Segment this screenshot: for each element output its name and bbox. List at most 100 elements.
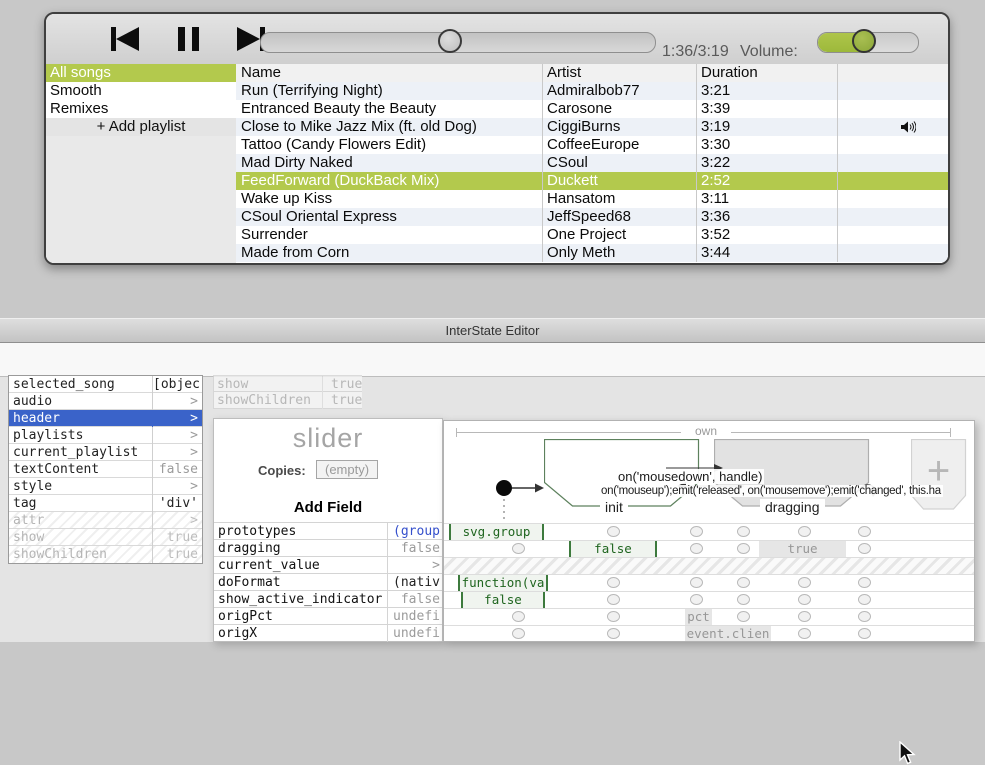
ghost-item-showChildren: showChildrentrue (213, 392, 362, 409)
grid-slot[interactable] (512, 611, 525, 622)
grid-slot[interactable] (690, 594, 703, 605)
desktop: { "player": { "controls": { "prev_icon":… (0, 0, 985, 642)
ghost-item-name: show (217, 376, 248, 393)
grid-slot[interactable] (737, 543, 750, 554)
pause-icon[interactable] (172, 26, 206, 52)
add-field-button[interactable]: Add Field (214, 499, 442, 516)
table-row[interactable]: FeedForward (DuckBack Mix)Duckett2:52 (236, 172, 948, 190)
grid-value-show_active_indicator[interactable]: false (461, 592, 545, 608)
grid-slot[interactable] (798, 577, 811, 588)
table-row[interactable]: Mad Dirty NakedCSoul3:22 (236, 154, 948, 172)
column-header-duration[interactable]: Duration (697, 64, 838, 82)
skip-previous-icon[interactable] (108, 26, 142, 52)
table-row[interactable]: Run (Terrifying Night)Admiralbob773:21 (236, 82, 948, 100)
field-current_value[interactable]: current_value> (214, 556, 442, 573)
grid-row-divider (444, 540, 974, 541)
tree-item-textContent[interactable]: textContentfalse (9, 461, 202, 478)
add-playlist-button[interactable]: + Add playlist (46, 118, 236, 136)
grid-slot[interactable] (737, 577, 750, 588)
field-origPct[interactable]: origPctundefi (214, 607, 442, 624)
grid-slot[interactable] (690, 543, 703, 554)
grid-slot[interactable] (858, 628, 871, 639)
grid-slot[interactable] (512, 628, 525, 639)
tree-item-name: selected_song (9, 376, 152, 393)
grid-slot[interactable] (798, 526, 811, 537)
grid-slot[interactable] (798, 594, 811, 605)
grid-slot[interactable] (858, 543, 871, 554)
field-doFormat[interactable]: doFormat(nativ (214, 573, 442, 590)
song-duration-cell: 3:39 (697, 100, 838, 118)
table-row[interactable]: Close to Mike Jazz Mix (ft. old Dog)Cigg… (236, 118, 948, 136)
grid-value-doFormat[interactable]: function(va (458, 575, 548, 591)
grid-slot[interactable] (607, 628, 620, 639)
song-name-cell: Tattoo (Candy Flowers Edit) (236, 136, 543, 154)
table-row[interactable]: Tattoo (Candy Flowers Edit)CoffeeEurope3… (236, 136, 948, 154)
table-row[interactable]: Entranced Beauty the BeautyCarosone3:39 (236, 100, 948, 118)
transition-mousedown[interactable]: on('mousedown', handle) (616, 469, 764, 484)
tree-item-selected_song[interactable]: selected_song[objec (9, 376, 202, 393)
tree-item-tag[interactable]: tag'div' (9, 495, 202, 512)
sidebar-item-remixes[interactable]: Remixes (46, 100, 236, 118)
song-duration-cell: 3:22 (697, 154, 838, 172)
table-row[interactable]: SurrenderOne Project3:52 (236, 226, 948, 244)
grid-slot[interactable] (690, 577, 703, 588)
column-header-name[interactable]: Name (236, 64, 543, 82)
grid-slot[interactable] (607, 594, 620, 605)
tree-item-show[interactable]: showtrue (9, 529, 202, 546)
tree-item-attr[interactable]: attr> (9, 512, 202, 529)
grid-slot[interactable] (737, 526, 750, 537)
sidebar-item-all-songs[interactable]: All songs (46, 64, 236, 82)
grid-value-prototypes[interactable]: svg.group (449, 524, 544, 540)
tree-item-showChildren[interactable]: showChildrentrue (9, 546, 202, 563)
song-extra-cell (838, 226, 948, 244)
field-origX[interactable]: origXundefi (214, 624, 442, 641)
grid-slot[interactable] (737, 594, 750, 605)
field-dragging[interactable]: draggingfalse (214, 539, 442, 556)
song-extra-cell (838, 190, 948, 208)
grid-slot[interactable] (690, 526, 703, 537)
grid-slot[interactable] (512, 543, 525, 554)
grid-slot[interactable] (858, 577, 871, 588)
grid-slot[interactable] (798, 611, 811, 622)
song-artist-cell: Only Meth (543, 244, 697, 262)
copies-value[interactable]: (empty) (316, 460, 378, 479)
transition-mouseup-mousemove[interactable]: on('mouseup');emit('released', on('mouse… (599, 485, 943, 497)
field-prototypes[interactable]: prototypes(group (214, 522, 442, 539)
grid-value-origPct[interactable]: pct (685, 609, 712, 625)
seek-slider-thumb[interactable] (438, 29, 462, 53)
grid-slot[interactable] (607, 611, 620, 622)
grid-slot[interactable] (737, 611, 750, 622)
table-row[interactable]: Made from CornOnly Meth3:44 (236, 244, 948, 262)
tree-item-current_playlist[interactable]: current_playlist> (9, 444, 202, 461)
tree-item-name: attr (9, 512, 152, 529)
column-header-artist[interactable]: Artist (543, 64, 697, 82)
transition-mouseup[interactable]: on('mouseup');emit('released', (601, 485, 748, 497)
sidebar-item-smooth[interactable]: Smooth (46, 82, 236, 100)
field-value: (nativ (387, 574, 442, 591)
song-duration-cell: 3:44 (697, 244, 838, 262)
grid-value-dragging[interactable]: false (569, 541, 657, 557)
tree-item-name: showChildren (9, 546, 152, 563)
grid-slot[interactable] (858, 611, 871, 622)
table-row[interactable]: Wake up KissHansatom3:11 (236, 190, 948, 208)
grid-slot[interactable] (798, 628, 811, 639)
editor-title-bar[interactable]: InterState Editor (0, 318, 985, 343)
grid-value-dragging[interactable]: true (759, 541, 846, 557)
field-name: origPct (214, 608, 387, 625)
grid-slot[interactable] (858, 526, 871, 537)
transition-mousemove[interactable]: on('mousemove');emit('changed', this.ha (748, 485, 941, 497)
grid-slot[interactable] (607, 526, 620, 537)
grid-slot[interactable] (607, 577, 620, 588)
grid-value-origX[interactable]: event.clien (685, 626, 771, 642)
field-name: current_value (214, 557, 387, 574)
field-show_active_indicator[interactable]: show_active_indicatorfalse (214, 590, 442, 607)
volume-slider-thumb[interactable] (852, 29, 876, 53)
song-name-cell: Close to Mike Jazz Mix (ft. old Dog) (236, 118, 543, 136)
table-row[interactable]: CSoul Oriental ExpressJeffSpeed683:36 (236, 208, 948, 226)
tree-item-audio[interactable]: audio> (9, 393, 202, 410)
tree-item-style[interactable]: style> (9, 478, 202, 495)
tree-item-playlists[interactable]: playlists> (9, 427, 202, 444)
grid-slot[interactable] (858, 594, 871, 605)
tree-item-header[interactable]: header> (9, 410, 202, 427)
ghost-item-value: true (322, 376, 362, 393)
